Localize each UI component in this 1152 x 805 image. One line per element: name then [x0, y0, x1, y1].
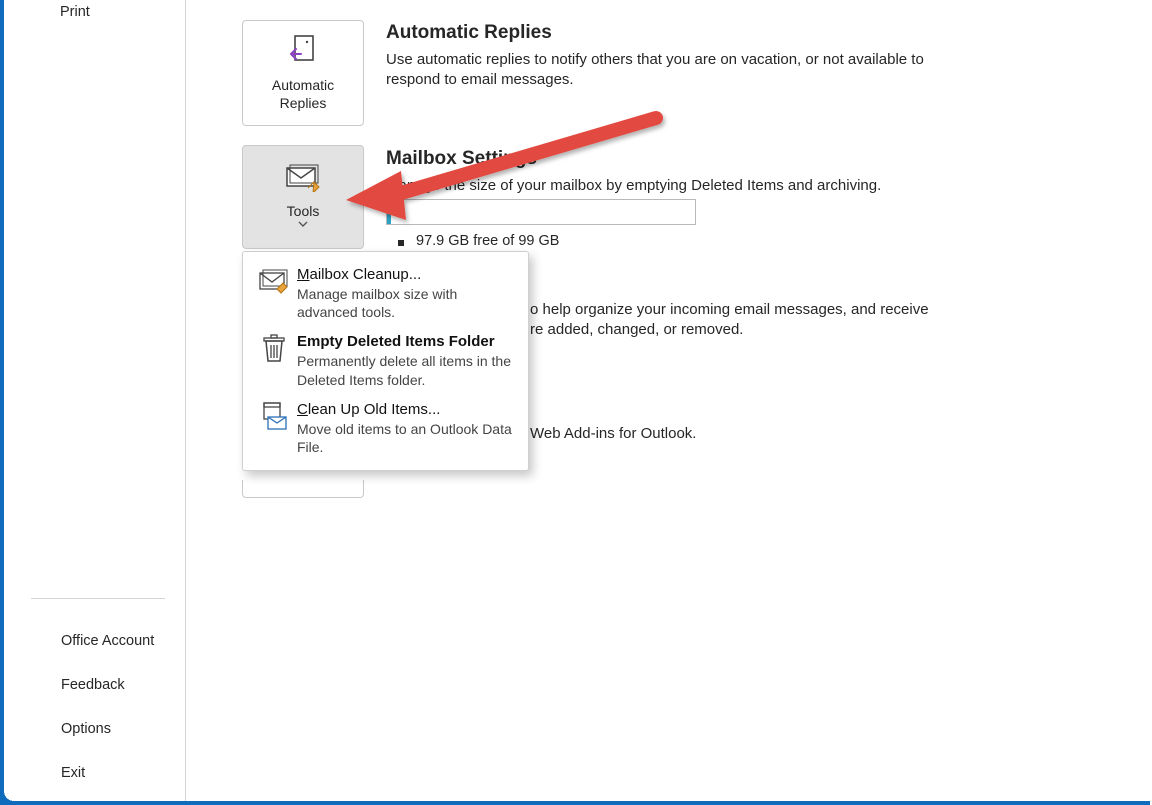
menu-item-empty-deleted[interactable]: Empty Deleted Items Folder Permanently d…: [243, 327, 528, 394]
automatic-replies-label: Automatic Replies: [272, 77, 334, 112]
menu-item-desc: Manage mailbox size with advanced tools.: [297, 285, 514, 321]
tools-label: Tools: [287, 203, 320, 221]
window-border-left: [0, 0, 4, 805]
chevron-down-icon: [298, 220, 308, 230]
backstage-sidebar: Print Office Account Feedback Options Ex…: [4, 0, 186, 801]
menu-item-desc: Permanently delete all items in the Dele…: [297, 352, 514, 388]
sidebar-item-feedback[interactable]: Feedback: [31, 663, 165, 707]
menu-item-desc: Move old items to an Outlook Data File.: [297, 420, 514, 456]
addins-desc-fragment: Web Add-ins for Outlook.: [530, 425, 696, 442]
mailbox-settings-title: Mailbox Settings: [386, 148, 946, 170]
automatic-replies-button[interactable]: Automatic Replies: [242, 20, 364, 126]
sidebar-item-exit[interactable]: Exit: [31, 751, 165, 795]
mailbox-settings-desc: Manage the size of your mailbox by empty…: [386, 176, 946, 196]
automatic-replies-icon: [285, 34, 321, 71]
menu-item-title: Empty Deleted Items Folder: [297, 333, 514, 350]
menu-item-title: Mailbox Cleanup...: [297, 266, 514, 283]
menu-item-mailbox-cleanup[interactable]: Mailbox Cleanup... Manage mailbox size w…: [243, 260, 528, 327]
window-border-corner: [0, 791, 14, 805]
window-border-bottom: [0, 801, 1150, 805]
backstage-content: Automatic Replies Automatic Replies Use …: [186, 0, 1152, 805]
automatic-replies-desc: Use automatic replies to notify others t…: [386, 50, 946, 91]
trash-icon: [257, 333, 291, 365]
tools-button[interactable]: Tools: [242, 145, 364, 249]
tools-icon: [283, 164, 323, 197]
rules-desc-line1: o help organize your incoming email mess…: [530, 300, 960, 320]
menu-item-title: Clean Up Old Items...: [297, 401, 514, 418]
archive-icon: [257, 401, 291, 433]
tools-dropdown-menu: Mailbox Cleanup... Manage mailbox size w…: [242, 251, 529, 471]
sidebar-item-print[interactable]: Print: [4, 0, 185, 34]
mailbox-storage-bar: [386, 199, 696, 225]
bullet-icon: [398, 240, 404, 246]
mailbox-cleanup-icon: [257, 266, 291, 298]
sidebar-item-office-account[interactable]: Office Account: [31, 619, 165, 663]
hidden-card-edge: [242, 480, 364, 498]
sidebar-item-options[interactable]: Options: [31, 707, 165, 751]
mailbox-storage-text: 97.9 GB free of 99 GB: [416, 233, 559, 249]
rules-desc-line2: re added, changed, or removed.: [530, 320, 960, 340]
mailbox-storage-fill: [387, 200, 391, 224]
automatic-replies-title: Automatic Replies: [386, 22, 946, 44]
menu-item-clean-up-old[interactable]: Clean Up Old Items... Move old items to …: [243, 395, 528, 462]
